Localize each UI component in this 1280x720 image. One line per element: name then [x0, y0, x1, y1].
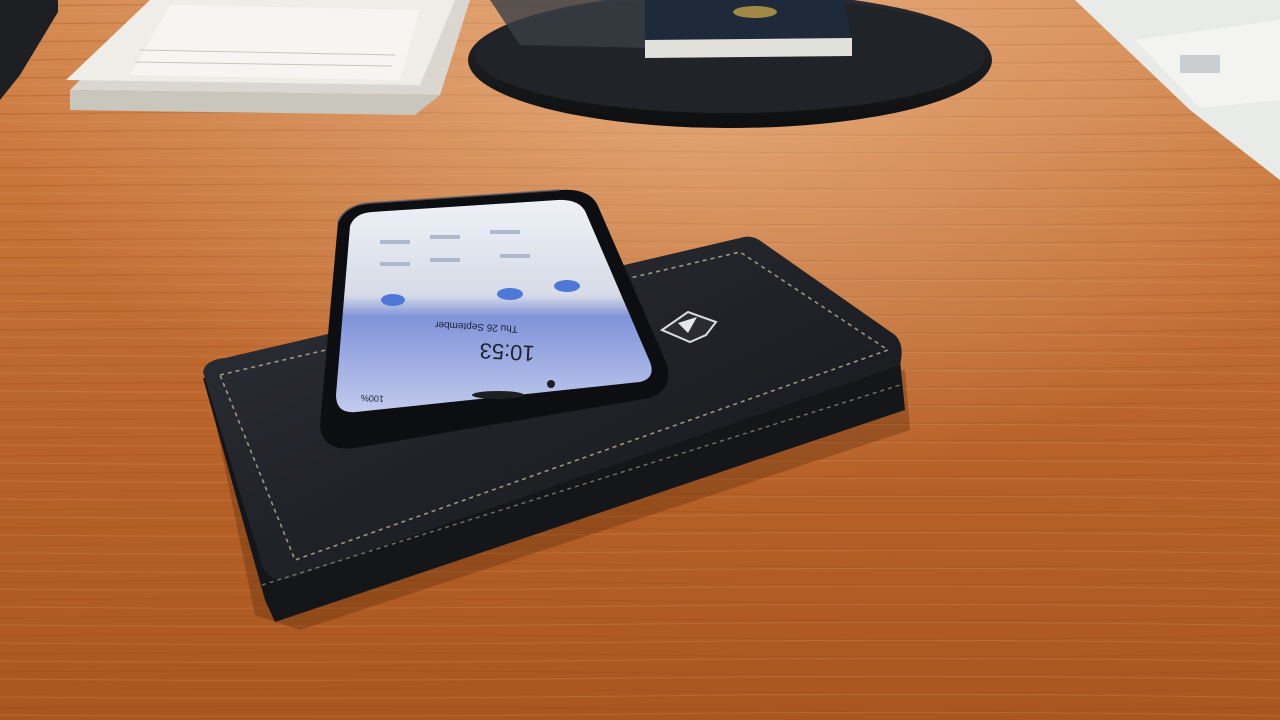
screen-battery: 100% [361, 393, 385, 404]
phone-camera [547, 380, 555, 388]
photo-svg: 10:53 Thu 26 September 100% [0, 0, 1280, 720]
screen-time: 10:53 [479, 338, 535, 366]
phone-speaker [472, 391, 524, 399]
photo-scene: 10:53 Thu 26 September 100% [0, 0, 1280, 720]
book-on-tray [645, 0, 852, 58]
